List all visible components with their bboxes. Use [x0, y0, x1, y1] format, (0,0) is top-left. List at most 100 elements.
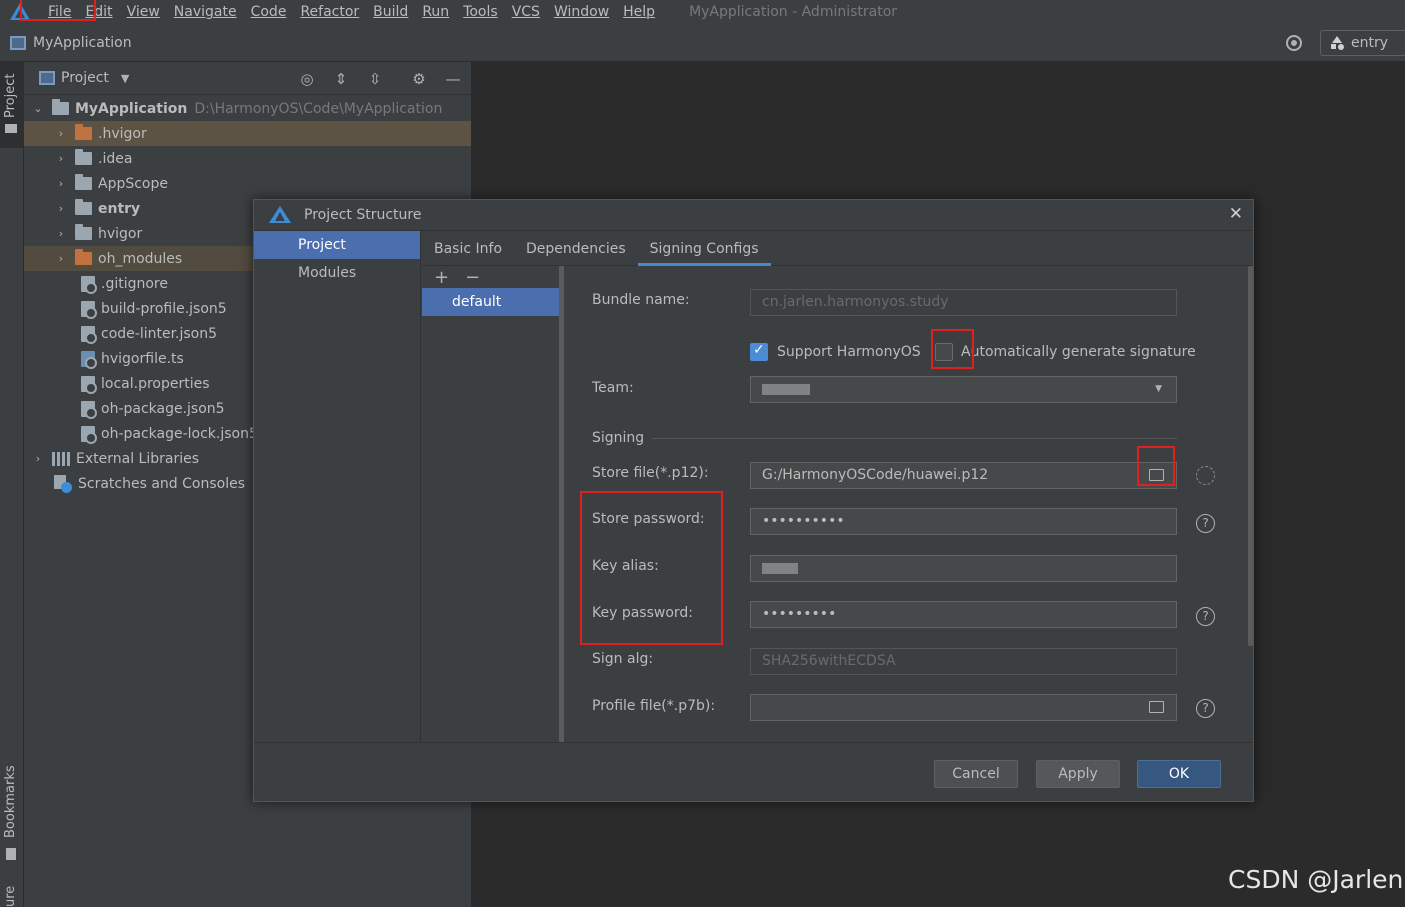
store-file-field[interactable]: G:/HarmonyOSCode/huawei.p12	[750, 462, 1177, 489]
cancel-button[interactable]: Cancel	[934, 760, 1018, 788]
expand-all-icon[interactable]: ⇕	[332, 70, 350, 88]
gear-icon[interactable]: ⚙	[410, 70, 428, 88]
menu-refactor[interactable]: Refactor	[300, 4, 359, 20]
close-icon[interactable]: ✕	[1229, 204, 1243, 224]
project-tool-label[interactable]: Project	[3, 74, 18, 118]
file-icon	[81, 275, 97, 294]
help-icon[interactable]: ?	[1196, 607, 1215, 626]
collapse-all-icon[interactable]: ⇳	[366, 70, 384, 88]
tree-label: .hvigor	[98, 125, 147, 142]
menu-build[interactable]: Build	[373, 4, 408, 20]
store-password-field[interactable]: ••••••••••	[750, 508, 1177, 535]
project-name[interactable]: MyApplication	[33, 35, 132, 51]
tree-label: entry	[98, 200, 141, 217]
tree-label: hvigor	[98, 225, 143, 242]
file-icon	[81, 300, 97, 319]
run-config-selector[interactable]: entry	[1320, 30, 1405, 56]
project-folder-icon	[5, 124, 17, 133]
chevron-right-icon[interactable]: ›	[55, 177, 67, 190]
chevron-down-icon[interactable]: ⌄	[32, 102, 44, 115]
folder-icon	[75, 149, 92, 165]
target-icon[interactable]	[1286, 35, 1302, 51]
nav-item-modules[interactable]: Modules	[254, 259, 420, 287]
menu-code[interactable]: Code	[251, 4, 287, 20]
tree-label: .idea	[98, 150, 133, 167]
browse-folder-icon[interactable]	[1149, 701, 1164, 713]
chevron-right-icon[interactable]: ›	[55, 202, 67, 215]
help-icon[interactable]: ?	[1196, 699, 1215, 718]
tree-row-root[interactable]: ⌄ MyApplication D:\HarmonyOS\Code\MyAppl…	[24, 96, 471, 121]
menu-window[interactable]: Window	[554, 4, 609, 20]
signing-section-title: Signing	[592, 430, 645, 446]
run-config-label: entry	[1351, 35, 1389, 51]
chevron-right-icon[interactable]: ›	[55, 227, 67, 240]
help-icon[interactable]: ?	[1196, 514, 1215, 533]
tab-dependencies[interactable]: Dependencies	[514, 241, 638, 265]
menu-view[interactable]: View	[127, 4, 160, 20]
sign-alg-label: Sign alg:	[592, 651, 654, 667]
config-item-default[interactable]: default	[422, 288, 559, 316]
folder-icon	[52, 99, 69, 115]
tree-label: build-profile.json5	[101, 300, 227, 317]
left-tool-stripe: Project Bookmarks ure	[0, 62, 24, 907]
menu-navigate[interactable]: Navigate	[174, 4, 237, 20]
menu-tools[interactable]: Tools	[463, 4, 498, 20]
tree-label: code-linter.json5	[101, 325, 218, 342]
chevron-right-icon[interactable]: ›	[55, 252, 67, 265]
watermark-text: CSDN @Jarlen	[1228, 865, 1404, 894]
ts-file-icon	[81, 350, 97, 369]
project-view-icon	[39, 71, 55, 85]
chevron-right-icon[interactable]: ›	[55, 127, 67, 140]
dialog-title-bar: Project Structure ✕	[254, 200, 1253, 231]
file-icon	[81, 325, 97, 344]
tree-label: oh-package-lock.json5	[101, 425, 258, 442]
main-toolbar: MyApplication entry	[0, 24, 1405, 62]
tab-basic-info[interactable]: Basic Info	[422, 241, 514, 265]
redacted-key-alias	[762, 562, 798, 574]
bookmark-icon	[6, 848, 16, 860]
project-panel-header: Project ▼ ◎ ⇕ ⇳ ⚙ —	[24, 62, 471, 95]
tree-row[interactable]: › AppScope	[24, 171, 471, 196]
chevron-down-icon[interactable]: ▼	[121, 72, 129, 85]
add-icon[interactable]: +	[434, 267, 449, 288]
window-title: MyApplication - Administrator	[689, 4, 898, 20]
ok-button[interactable]: OK	[1137, 760, 1221, 788]
support-harmonyos-label: Support HarmonyOS	[777, 344, 921, 360]
key-password-field[interactable]: •••••••••	[750, 601, 1177, 628]
scratches-icon	[54, 474, 72, 493]
fingerprint-icon[interactable]	[1196, 466, 1215, 485]
form-scrollbar[interactable]	[1248, 266, 1253, 646]
locate-icon[interactable]: ◎	[298, 70, 316, 88]
support-harmonyos-checkbox[interactable]	[750, 342, 768, 361]
tree-row[interactable]: › .hvigor	[24, 121, 471, 146]
minimize-icon[interactable]: —	[444, 70, 462, 88]
bookmarks-tool-label[interactable]: Bookmarks	[3, 765, 18, 838]
tree-label: local.properties	[101, 375, 210, 392]
library-icon	[52, 451, 70, 466]
tree-label: AppScope	[98, 175, 168, 192]
project-view-label[interactable]: Project	[61, 70, 109, 86]
file-icon	[81, 425, 97, 444]
sign-alg-field: SHA256withECDSA	[750, 648, 1177, 675]
profile-file-field[interactable]	[750, 694, 1177, 721]
menu-help[interactable]: Help	[623, 4, 655, 20]
apply-button[interactable]: Apply	[1036, 760, 1120, 788]
highlight-auto-signature	[931, 329, 974, 369]
key-alias-field[interactable]	[750, 555, 1177, 582]
structure-tool-label[interactable]: ure	[3, 886, 18, 907]
folder-icon	[75, 249, 92, 265]
folder-icon	[75, 174, 92, 190]
tree-row[interactable]: › .idea	[24, 146, 471, 171]
menu-run[interactable]: Run	[422, 4, 449, 20]
team-select[interactable]: ▼	[750, 376, 1177, 403]
tab-signing-configs[interactable]: Signing Configs	[637, 241, 771, 266]
tree-label: oh-package.json5	[101, 400, 225, 417]
chevron-right-icon[interactable]: ›	[32, 452, 44, 465]
menu-vcs[interactable]: VCS	[512, 4, 540, 20]
store-file-label: Store file(*.p12):	[592, 465, 709, 481]
nav-item-project[interactable]: Project	[254, 231, 420, 259]
team-label: Team:	[592, 380, 634, 396]
chevron-right-icon[interactable]: ›	[55, 152, 67, 165]
module-icon	[1329, 36, 1345, 50]
remove-icon[interactable]: −	[465, 267, 480, 288]
